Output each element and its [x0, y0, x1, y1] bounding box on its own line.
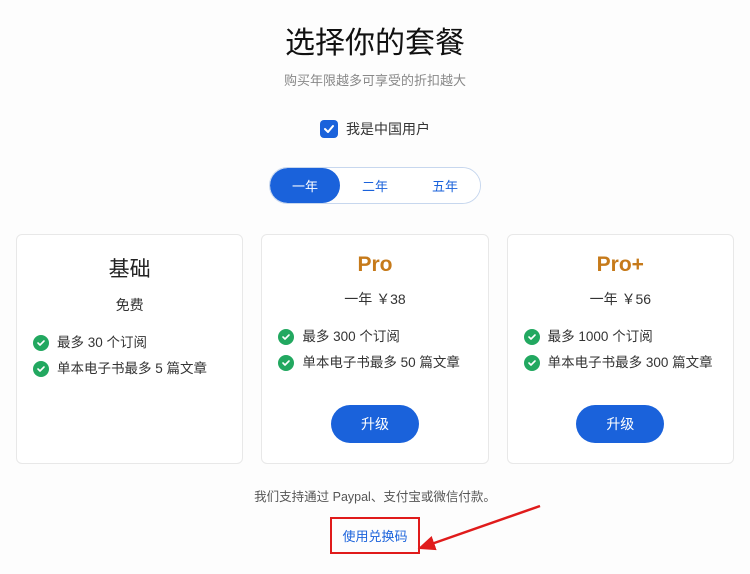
upgrade-button[interactable]: 升级	[576, 405, 664, 443]
plan-feature-text: 单本电子书最多 50 篇文章	[302, 353, 460, 373]
plan-feature: 单本电子书最多 300 篇文章	[524, 353, 717, 373]
china-user-checkbox-row: 我是中国用户	[0, 119, 750, 139]
tab-one-year[interactable]: 一年	[270, 168, 340, 203]
plan-feature-text: 最多 30 个订阅	[57, 333, 147, 353]
plan-feature: 最多 1000 个订阅	[524, 327, 717, 347]
payment-note: 我们支持通过 Paypal、支付宝或微信付款。	[0, 486, 750, 505]
plan-name: 基础	[33, 253, 226, 283]
check-icon	[33, 361, 49, 377]
redeem-code-link[interactable]: 使用兑换码	[332, 521, 417, 550]
check-icon	[278, 355, 294, 371]
tab-two-year[interactable]: 二年	[340, 168, 410, 203]
china-user-label: 我是中国用户	[346, 119, 430, 139]
plan-pro: Pro 一年 ￥38 最多 300 个订阅 单本电子书最多 50 篇文章 升级	[261, 234, 488, 464]
plan-price: 一年 ￥38	[278, 289, 471, 309]
check-icon	[524, 329, 540, 345]
check-icon	[524, 355, 540, 371]
plan-feature: 最多 300 个订阅	[278, 327, 471, 347]
plan-price: 一年 ￥56	[524, 289, 717, 309]
check-icon	[278, 329, 294, 345]
page-title: 选择你的套餐	[0, 18, 750, 62]
plan-feature-text: 最多 1000 个订阅	[548, 327, 653, 347]
plan-feature: 单本电子书最多 5 篇文章	[33, 359, 226, 379]
plan-feature: 单本电子书最多 50 篇文章	[278, 353, 471, 373]
check-icon	[323, 123, 335, 135]
plan-price: 免费	[33, 295, 226, 315]
plans-row: 基础 免费 最多 30 个订阅 单本电子书最多 5 篇文章 Pro 一年 ￥38…	[0, 234, 750, 464]
page-subtitle: 购买年限越多可享受的折扣越大	[0, 70, 750, 89]
check-icon	[33, 335, 49, 351]
plan-name: Pro+	[524, 253, 717, 277]
china-user-checkbox[interactable]	[320, 120, 338, 138]
plan-basic: 基础 免费 最多 30 个订阅 单本电子书最多 5 篇文章	[16, 234, 243, 464]
plan-feature-text: 单本电子书最多 5 篇文章	[57, 359, 207, 379]
annotation-highlight-box: 使用兑换码	[330, 517, 419, 554]
plan-feature-text: 最多 300 个订阅	[302, 327, 400, 347]
tab-five-year[interactable]: 五年	[410, 168, 480, 203]
plan-feature-text: 单本电子书最多 300 篇文章	[548, 353, 713, 373]
plan-name: Pro	[278, 253, 471, 277]
duration-tabs: 一年 二年 五年	[269, 167, 481, 204]
upgrade-button[interactable]: 升级	[331, 405, 419, 443]
plan-feature: 最多 30 个订阅	[33, 333, 226, 353]
plan-pro-plus: Pro+ 一年 ￥56 最多 1000 个订阅 单本电子书最多 300 篇文章 …	[507, 234, 734, 464]
